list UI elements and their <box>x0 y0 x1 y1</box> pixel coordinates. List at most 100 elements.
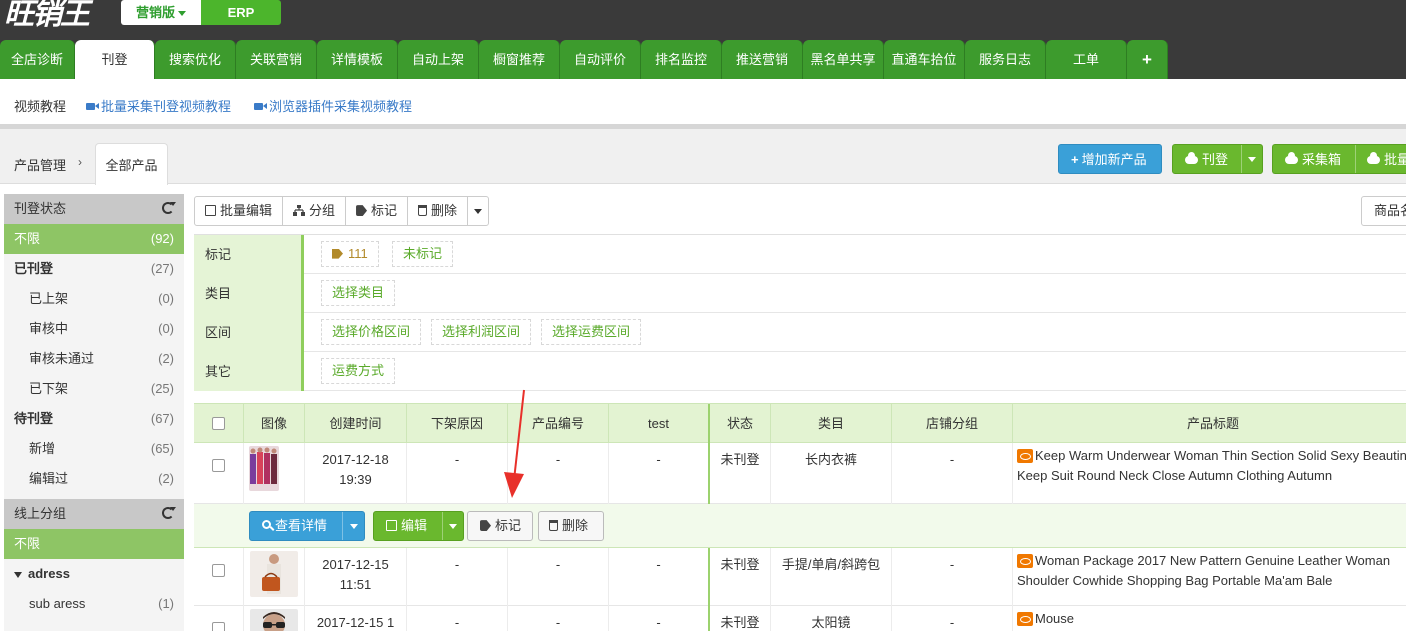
filter-row-range: 区间 选择价格区间 选择利润区间 选择运费区间 <box>194 313 1406 352</box>
tab-detail-template[interactable]: 详情模板 <box>317 40 398 79</box>
edit-button[interactable]: 编辑 <box>373 511 464 541</box>
row-title[interactable]: Mouse <box>1035 611 1074 626</box>
col-created[interactable]: 创建时间 <box>305 404 407 444</box>
sidebar-item-published[interactable]: 已刊登 (27) <box>4 254 184 284</box>
product-thumbnail[interactable] <box>250 551 298 597</box>
add-product-button[interactable]: + 增加新产品 <box>1058 144 1162 174</box>
tab-auto-review[interactable]: 自动评价 <box>560 40 641 79</box>
row-checkbox[interactable] <box>212 622 225 631</box>
tab-shop-diagnosis[interactable]: 全店诊断 <box>0 40 75 79</box>
trash-icon <box>418 205 428 217</box>
product-thumbnail[interactable] <box>249 446 279 491</box>
row-title-cell: Woman Package 2017 New Pattern Genuine L… <box>1015 551 1406 591</box>
sidebar-item-label: 已上架 <box>29 291 69 306</box>
sidebar-item-label: 已下架 <box>29 381 69 396</box>
row-title[interactable]: Keep Warm Underwear Woman Thin Section S… <box>1017 448 1406 483</box>
sidebar-item-label: 不限 <box>14 536 41 551</box>
filter-profit-range[interactable]: 选择利润区间 <box>431 319 532 345</box>
sidebar-item-all-status[interactable]: 不限 (92) <box>4 224 184 254</box>
sidebar-item-delisted[interactable]: 已下架 (25) <box>4 374 184 404</box>
mark-button[interactable]: 标记 <box>346 197 409 225</box>
version-marketing-button[interactable]: 营销版 <box>121 0 201 25</box>
publish-label: 刊登 <box>1202 152 1229 167</box>
select-all-checkbox[interactable] <box>212 417 225 430</box>
sidebar-item-group-sub-aress[interactable]: sub aress (1) <box>4 589 184 619</box>
row-group: - <box>949 557 955 572</box>
plugin-collect-video-link[interactable]: 浏览器插件采集视频教程 <box>254 96 412 115</box>
sidebar-item-listed[interactable]: 已上架 (0) <box>4 284 184 314</box>
filter-shipping-method[interactable]: 运费方式 <box>321 358 396 384</box>
row-checkbox[interactable] <box>212 459 225 472</box>
sidebar-item-label: adress <box>28 566 70 581</box>
tab-blacklist-share[interactable]: 黑名单共享 <box>803 40 884 79</box>
table-row[interactable]: 2017-12-15 11:51 - - - 未刊登 手提/单肩/斜跨包 - W… <box>194 548 1406 606</box>
row-delete-button[interactable]: 删除 <box>538 511 604 541</box>
product-thumbnail[interactable] <box>250 609 298 631</box>
edit-label: 编辑 <box>401 518 428 533</box>
batch-edit-button[interactable]: 批量编辑 <box>195 197 284 225</box>
delete-button[interactable]: 删除 <box>408 197 469 225</box>
chevron-down-icon[interactable] <box>1248 157 1256 162</box>
chevron-down-icon[interactable] <box>449 524 457 529</box>
breadcrumb-product-management[interactable]: 产品管理 <box>14 155 66 174</box>
group-button[interactable]: 分组 <box>283 197 347 225</box>
sidebar-item-all-groups[interactable]: 不限 <box>4 529 184 559</box>
sort-product-name-button[interactable]: 商品名 <box>1361 196 1406 226</box>
version-erp-button[interactable]: ERP <box>201 0 281 25</box>
row-mark-button[interactable]: 标记 <box>467 511 533 541</box>
row-title[interactable]: Woman Package 2017 New Pattern Genuine L… <box>1017 553 1390 588</box>
row-test: - <box>656 452 661 467</box>
tab-ztc-position[interactable]: 直通车拾位 <box>884 40 965 79</box>
tab-window-recommend[interactable]: 橱窗推荐 <box>479 40 560 79</box>
tab-add-button[interactable]: + <box>1127 40 1168 79</box>
group-label: 分组 <box>309 203 336 218</box>
table-row[interactable]: 2017-12-18 19:39 - - - 未刊登 长内衣裤 - Keep W… <box>194 443 1406 504</box>
edit-icon <box>205 205 216 217</box>
tab-service-log[interactable]: 服务日志 <box>965 40 1046 79</box>
row-status: 未刊登 <box>720 557 760 572</box>
tab-push-marketing[interactable]: 推送营销 <box>722 40 803 79</box>
tab-search-optimize[interactable]: 搜索优化 <box>155 40 236 79</box>
sidebar-item-count: (27) <box>150 261 174 276</box>
caret-down-icon[interactable] <box>14 571 22 578</box>
filter-untagged[interactable]: 未标记 <box>392 241 454 267</box>
row-status-cell: 未刊登 <box>710 443 771 504</box>
view-detail-button[interactable]: 查看详情 <box>249 511 365 541</box>
tag-icon <box>332 248 343 259</box>
filter-price-range[interactable]: 选择价格区间 <box>321 319 422 345</box>
sidebar-item-pending[interactable]: 待刊登 (67) <box>4 404 184 434</box>
sidebar-item-new[interactable]: 新增 (65) <box>4 434 184 464</box>
sidebar-item-edited[interactable]: 编辑过 (2) <box>4 464 184 494</box>
tab-related-marketing[interactable]: 关联营销 <box>236 40 317 79</box>
sidebar-item-reviewing[interactable]: 审核中 (0) <box>4 314 184 344</box>
top-bar: 旺销王 营销版 ERP <box>0 0 1406 40</box>
tab-work-order[interactable]: 工单 <box>1046 40 1127 79</box>
refresh-icon[interactable] <box>162 202 176 214</box>
row-created: 2017-12-15 11:51 <box>322 557 389 592</box>
sidebar-item-label: 编辑过 <box>29 471 69 486</box>
filter-tag-111[interactable]: 111 <box>321 241 379 267</box>
table-row[interactable]: 2017-12-15 1 - - - 未刊登 太阳镜 - Mouse <box>194 606 1406 631</box>
chevron-down-icon <box>178 11 186 17</box>
delete-label: 删除 <box>431 203 458 218</box>
tab-publish[interactable]: 刊登 <box>75 40 155 79</box>
filter-shipping-range[interactable]: 选择运费区间 <box>541 319 642 345</box>
batch-button[interactable]: 批量 <box>1367 145 1406 175</box>
sidebar-item-review-failed[interactable]: 审核未通过 (2) <box>4 344 184 374</box>
row-reason: - <box>454 452 460 467</box>
breadcrumb-all-products-tab[interactable]: 全部产品 <box>95 143 168 185</box>
more-actions-dropdown[interactable] <box>468 197 488 225</box>
tab-rank-monitor[interactable]: 排名监控 <box>641 40 722 79</box>
refresh-icon[interactable] <box>162 507 176 519</box>
row-checkbox[interactable] <box>212 564 225 577</box>
row-code-cell: - <box>508 443 609 504</box>
publish-button[interactable]: 刊登 <box>1172 144 1263 174</box>
tab-auto-list[interactable]: 自动上架 <box>398 40 479 79</box>
collect-box-button[interactable]: 采集箱 批量 <box>1272 144 1406 174</box>
filter-label-range: 区间 <box>194 313 304 352</box>
filter-select-category[interactable]: 选择类目 <box>321 280 396 306</box>
online-group-title: 线上分组 <box>14 506 67 521</box>
sidebar-item-group-adress[interactable]: adress <box>4 559 184 589</box>
chevron-down-icon[interactable] <box>350 524 358 529</box>
batch-collect-video-link[interactable]: 批量采集刊登视频教程 <box>86 96 231 115</box>
